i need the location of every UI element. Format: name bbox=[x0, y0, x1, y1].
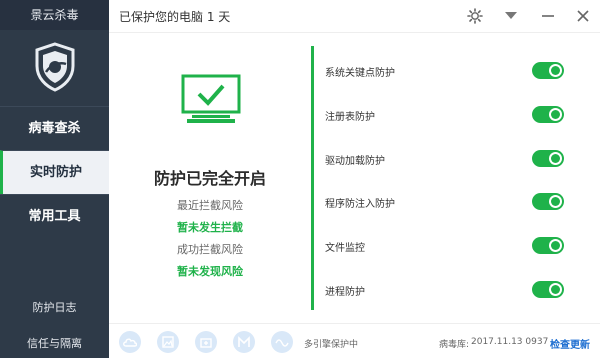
app-window: 景云杀毒 病毒查杀 实时防护 常用工具 防护日志 信任与隔离 已保护您的电脑 1… bbox=[0, 0, 600, 359]
virus-db-label: 病毒库: bbox=[439, 340, 470, 350]
toggle-dot bbox=[551, 66, 560, 75]
nav-realtime-protection[interactable]: 实时防护 bbox=[0, 150, 109, 194]
toggle-dot bbox=[551, 241, 560, 250]
recent-intercept-label: 最近拦截风险 bbox=[177, 199, 243, 212]
nav-realtime-protection-label: 实时防护 bbox=[29, 165, 82, 180]
multi-engine-status: 多引擎保护中 bbox=[304, 340, 359, 350]
toggle-process-protection[interactable] bbox=[532, 281, 564, 298]
toggle-dot bbox=[551, 154, 560, 163]
close-icon[interactable] bbox=[573, 6, 593, 26]
toggle-registry-protection[interactable] bbox=[532, 106, 564, 123]
monitor-check-icon bbox=[180, 73, 242, 129]
nav-virus-scan-label: 病毒查杀 bbox=[28, 121, 81, 136]
protection-label-system: 系统关键点防护 bbox=[325, 68, 395, 79]
protection-label-process: 进程防护 bbox=[325, 287, 365, 298]
nav-common-tools[interactable]: 常用工具 bbox=[0, 194, 109, 238]
section-divider bbox=[311, 46, 314, 310]
status-title: 防护已完全开启 bbox=[153, 169, 266, 188]
sidebar: 景云杀毒 病毒查杀 实时防护 常用工具 防护日志 信任与隔离 bbox=[0, 0, 109, 358]
toggle-file-monitor[interactable] bbox=[532, 237, 564, 254]
dropdown-menu-icon[interactable] bbox=[501, 6, 521, 26]
shield-logo-icon bbox=[33, 42, 77, 92]
protected-days-text: 已保护您的电脑 1 天 bbox=[119, 10, 231, 24]
toggle-dot bbox=[551, 197, 560, 206]
trust-quarantine-link[interactable]: 信任与隔离 bbox=[0, 335, 109, 351]
image-icon[interactable] bbox=[157, 331, 179, 353]
toggle-system-protection[interactable] bbox=[532, 62, 564, 79]
toggle-driver-protection[interactable] bbox=[532, 150, 564, 167]
medkit-icon[interactable] bbox=[195, 331, 217, 353]
protection-label-file-monitor: 文件监控 bbox=[325, 243, 365, 254]
check-update-link[interactable]: 检查更新 bbox=[550, 336, 590, 351]
toggle-dot bbox=[551, 285, 560, 294]
success-intercept-value: 暂未发现风险 bbox=[177, 265, 243, 278]
cloud-icon[interactable] bbox=[119, 331, 141, 353]
wave-icon[interactable] bbox=[271, 331, 293, 353]
app-brand: 景云杀毒 bbox=[0, 0, 109, 30]
success-intercept-label: 成功拦截风险 bbox=[177, 243, 243, 256]
bottom-bar: 多引擎保护中 病毒库: 2017.11.13 0937 检查更新 bbox=[109, 323, 600, 359]
recent-intercept-value: 暂未发生拦截 bbox=[177, 221, 243, 234]
mail-icon[interactable] bbox=[233, 331, 255, 353]
toggle-dot bbox=[551, 110, 560, 119]
title-bar: 已保护您的电脑 1 天 bbox=[109, 0, 600, 33]
settings-gear-icon[interactable] bbox=[465, 6, 485, 26]
protection-label-registry: 注册表防护 bbox=[325, 112, 375, 123]
protection-label-driver: 驱动加载防护 bbox=[325, 156, 385, 167]
protection-label-injection: 程序防注入防护 bbox=[325, 199, 395, 210]
protection-log-link[interactable]: 防护日志 bbox=[0, 299, 109, 315]
protection-status-panel: 防护已完全开启 最近拦截风险 暂未发生拦截 成功拦截风险 暂未发现风险 bbox=[109, 33, 311, 323]
nav-common-tools-label: 常用工具 bbox=[28, 209, 81, 224]
nav-virus-scan[interactable]: 病毒查杀 bbox=[0, 106, 109, 150]
toggle-injection-protection[interactable] bbox=[532, 193, 564, 210]
minimize-icon[interactable] bbox=[538, 6, 558, 26]
virus-db-version: 2017.11.13 0937 bbox=[471, 337, 549, 347]
